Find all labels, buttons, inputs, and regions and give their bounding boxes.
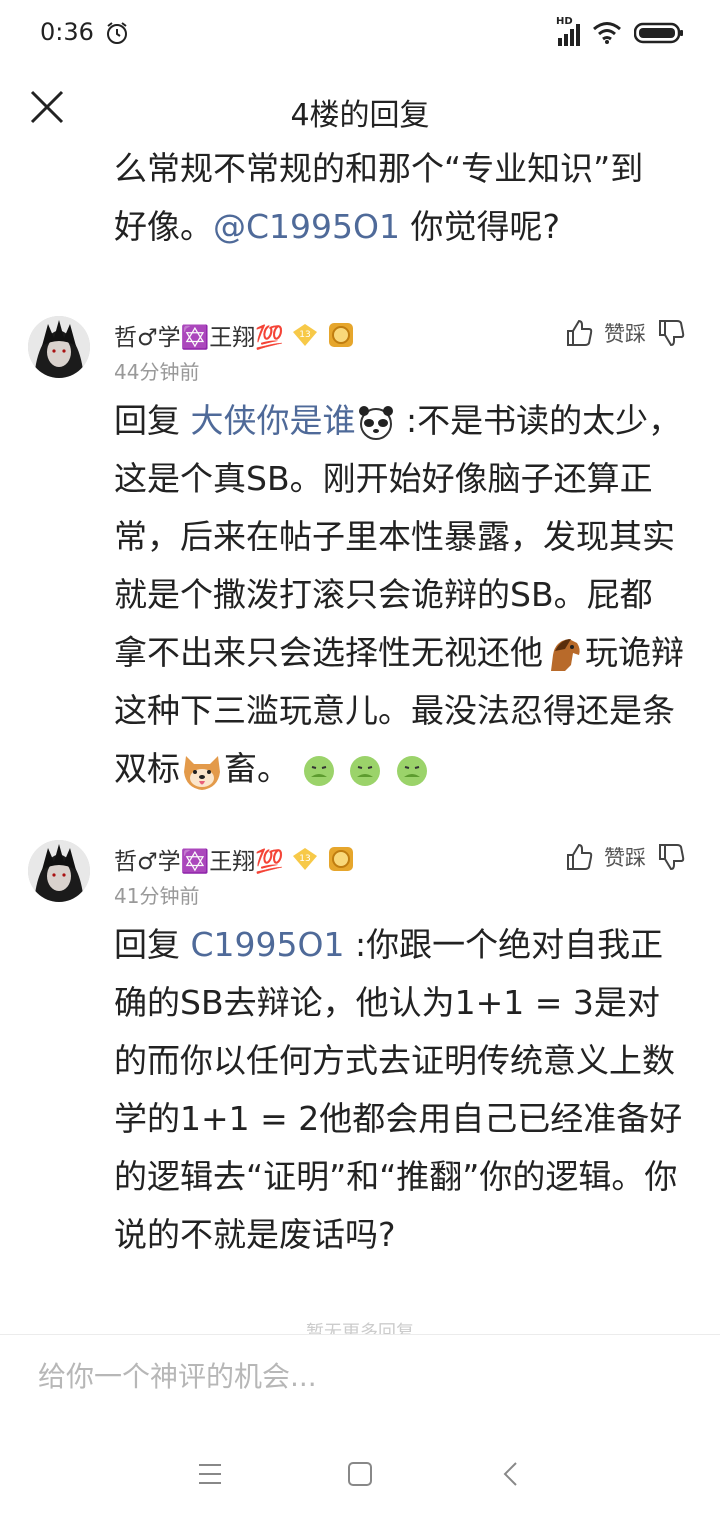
top-text: 么常规不常规的和那个“专业知识”到 好像。@C1995O1 你觉得呢?	[0, 140, 720, 256]
thumbs-up-icon[interactable]	[564, 318, 594, 348]
comment-time: 44分钟前	[114, 360, 200, 384]
reply-to-link[interactable]: 大侠你是谁	[191, 401, 356, 440]
comment-time: 41分钟前	[114, 884, 200, 908]
comment-body: 回复 大侠你是谁 :不是书读的太少，这是个真SB。刚开始好像脑子还算正常，后来在…	[0, 392, 720, 798]
medal-icon	[328, 847, 353, 871]
nauseated-emoji-icon	[303, 755, 334, 786]
top-text-line1: 么常规不常规的和那个“专业知识”到	[114, 149, 644, 188]
status-bar: 0:36 HD	[0, 0, 720, 70]
svg-text:13: 13	[299, 330, 310, 340]
panda-emoji-icon	[358, 405, 393, 440]
reply-to-link[interactable]: C1995O1	[191, 925, 345, 964]
level-badge-icon: 13	[292, 324, 317, 346]
username-row: 哲♂学✡️王翔💯 13	[114, 842, 356, 876]
wifi-icon	[593, 22, 621, 44]
nauseated-emoji-icon	[396, 755, 427, 786]
svg-text:13: 13	[299, 854, 310, 864]
vote-label: 赞踩	[604, 322, 646, 346]
home-icon[interactable]	[340, 1454, 380, 1494]
username-row: 哲♂学✡️王翔💯 13	[114, 318, 356, 352]
battery-icon	[634, 22, 683, 44]
vote-actions: 赞踩	[564, 840, 686, 874]
thumbs-up-icon[interactable]	[564, 842, 594, 872]
back-icon[interactable]	[492, 1454, 532, 1494]
system-icons: HD	[556, 16, 684, 48]
network-label: HD	[556, 16, 573, 27]
avatar[interactable]	[28, 316, 90, 378]
alarm-icon	[107, 22, 127, 44]
top-text-body: 么常规不常规的和那个“专业知识”到 好像。@C1995O1 你觉得呢?	[114, 149, 644, 246]
status-time: 0:36	[40, 18, 94, 46]
menu-icon[interactable]	[190, 1454, 230, 1494]
comment-input-bar	[0, 1334, 720, 1426]
system-nav-bar	[0, 1424, 720, 1520]
comment-input[interactable]	[36, 1359, 680, 1394]
comment-body: 回复 C1995O1 :你跟一个绝对自我正确的SB去辩论，他认为1+1 = 3是…	[114, 925, 683, 1254]
nauseated-emoji-icon	[350, 755, 380, 786]
vote-actions: 赞踩	[564, 316, 686, 350]
dog-emoji-icon	[184, 755, 220, 790]
username[interactable]: 哲♂学✡️王翔💯	[114, 842, 284, 876]
mention-link[interactable]: @C1995O1	[213, 207, 400, 246]
header: 4楼的回复	[0, 70, 720, 150]
vote-label: 赞踩	[604, 846, 646, 870]
thumbs-down-icon[interactable]	[656, 842, 686, 872]
username[interactable]: 哲♂学✡️王翔💯	[114, 318, 284, 352]
thumbs-down-icon[interactable]	[656, 318, 686, 348]
page-title: 4楼的回复	[290, 98, 430, 133]
level-badge-icon: 13	[292, 848, 317, 870]
avatar[interactable]	[28, 840, 90, 902]
medal-icon	[328, 323, 353, 347]
signal-icon: HD	[556, 16, 580, 46]
horse-emoji-icon	[551, 638, 580, 671]
